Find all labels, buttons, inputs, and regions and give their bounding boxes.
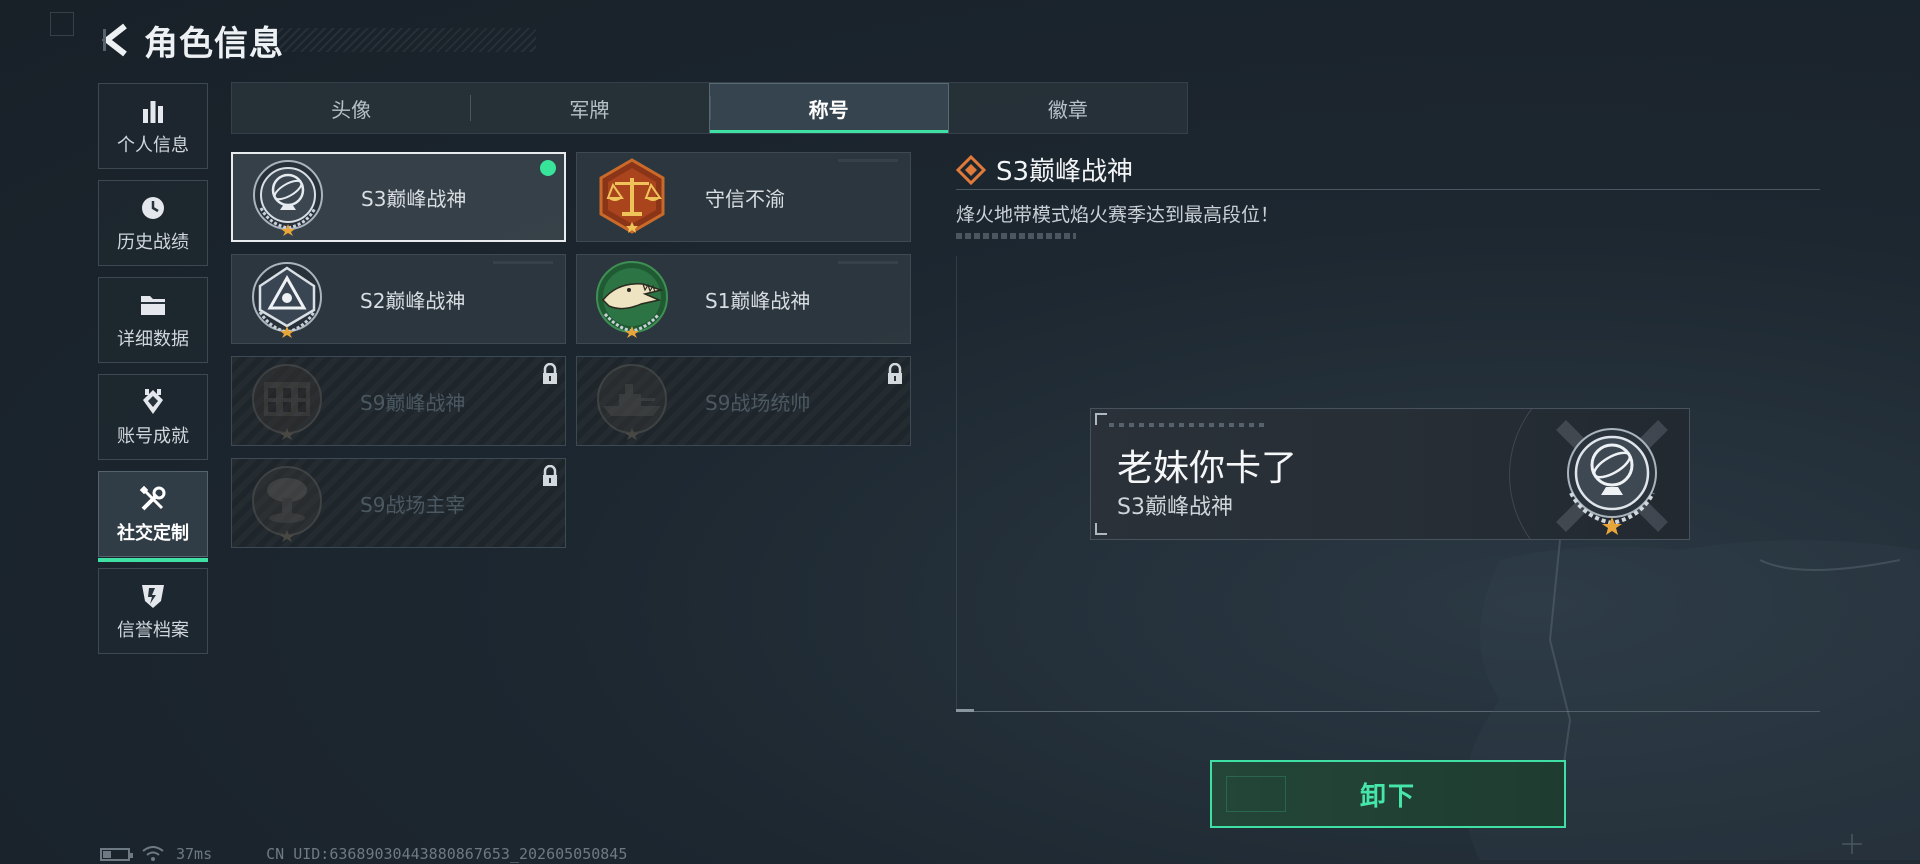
title-card-s3-peak-god[interactable]: S3巅峰战神 <box>231 152 566 242</box>
tab-avatar[interactable]: 头像 <box>232 83 470 133</box>
crocodile-badge-icon <box>596 261 668 338</box>
button-decoration <box>1226 776 1286 812</box>
sidebar-item-label: 社交定制 <box>117 523 189 544</box>
status-bar: 37ms CN UID:6368903044388086765З_2026050… <box>100 845 627 863</box>
uid-text: CN UID:6368903044388086765З_202605050845 <box>266 845 628 863</box>
detail-header: S3巅峰战神 <box>956 150 1820 190</box>
nameplate-title: S3巅峰战神 <box>1117 495 1233 520</box>
sidebar-item-social-customization[interactable]: 社交定制 <box>98 471 208 562</box>
detail-title: S3巅峰战神 <box>996 157 1134 187</box>
title-card-label: S9巅峰战神 <box>360 390 466 415</box>
tab-bar: 头像 军牌 称号 徽章 <box>231 82 1188 134</box>
equipped-indicator <box>540 160 556 176</box>
folder-icon <box>137 289 169 321</box>
title-card-label: S1巅峰战神 <box>705 288 811 313</box>
warship-badge-icon <box>597 364 667 440</box>
title-decoration <box>256 28 536 52</box>
credibility-shield-icon <box>137 580 169 612</box>
armillary-sphere-badge-icon <box>253 160 323 236</box>
page-title: 角色信息 <box>144 23 284 64</box>
sidebar-item-label: 详细数据 <box>117 329 189 350</box>
sidebar: 个人信息 历史战绩 详细数据 账号成就 社交定制 信誉档案 <box>98 83 208 665</box>
nameplate-preview: 老妹你卡了 S3巅峰战神 <box>1090 408 1690 540</box>
corner-frame <box>50 12 74 36</box>
title-card-label: S9战场统帅 <box>705 390 811 415</box>
title-card-label: 守信不渝 <box>705 186 785 211</box>
ping-value: 37ms <box>176 845 213 863</box>
sidebar-item-personal-info[interactable]: 个人信息 <box>98 83 208 169</box>
battery-icon <box>100 847 133 861</box>
lock-icon <box>543 465 557 486</box>
title-card-label: S3巅峰战神 <box>361 186 467 211</box>
header: 角色信息 <box>96 18 536 64</box>
sidebar-item-history[interactable]: 历史战绩 <box>98 180 208 266</box>
title-detail-panel: S3巅峰战神 烽火地带模式焰火赛季达到最高段位！ <box>956 150 1820 239</box>
title-card-s9-peak-god[interactable]: S9巅峰战神 <box>231 356 566 446</box>
crosshair-icon <box>1842 834 1862 854</box>
sidebar-item-label: 信誉档案 <box>117 620 189 641</box>
back-button[interactable] <box>96 18 136 62</box>
armillary-sphere-badge-icon <box>1556 420 1668 535</box>
scales-of-justice-badge-icon <box>599 158 665 234</box>
diamond-title-icon <box>956 154 986 185</box>
description-decoration <box>956 233 1076 239</box>
tab-badge[interactable]: 徽章 <box>949 83 1187 133</box>
bar-chart-icon <box>137 95 169 127</box>
title-card-trustworthy[interactable]: 守信不渝 <box>576 152 911 242</box>
card-decoration <box>493 261 553 264</box>
lock-icon <box>543 363 557 384</box>
nameplate-player-name: 老妹你卡了 <box>1117 448 1298 489</box>
wifi-icon <box>142 846 164 861</box>
triangle-eye-badge-icon <box>252 262 322 338</box>
title-card-s2-peak-god[interactable]: S2巅峰战神 <box>231 254 566 344</box>
building-badge-icon <box>252 364 322 440</box>
tab-dog-tag[interactable]: 军牌 <box>470 83 708 133</box>
unequip-button-label: 卸下 <box>1359 781 1416 812</box>
achievement-icon <box>137 386 169 418</box>
card-decoration <box>838 261 898 264</box>
mushroom-cloud-badge-icon <box>252 466 322 542</box>
back-arrow-icon <box>102 23 127 57</box>
sidebar-item-credibility[interactable]: 信誉档案 <box>98 568 208 654</box>
detail-description: 烽火地带模式焰火赛季达到最高段位！ <box>956 204 1280 226</box>
sidebar-item-detailed-data[interactable]: 详细数据 <box>98 277 208 363</box>
sidebar-item-achievements[interactable]: 账号成就 <box>98 374 208 460</box>
title-card-s1-peak-god[interactable]: S1巅峰战神 <box>576 254 911 344</box>
card-decoration <box>838 159 898 162</box>
tab-title[interactable]: 称号 <box>708 83 949 133</box>
nameplate-bracket <box>1095 413 1107 425</box>
history-clock-icon <box>137 192 169 224</box>
title-card-label: S9战场主宰 <box>360 492 466 517</box>
sidebar-item-label: 个人信息 <box>117 135 189 156</box>
title-card-s9-battlefield-commander[interactable]: S9战场统帅 <box>576 356 911 446</box>
tools-icon <box>137 483 169 515</box>
title-card-s9-battlefield-dominator[interactable]: S9战场主宰 <box>231 458 566 548</box>
sidebar-item-label: 历史战绩 <box>117 232 189 253</box>
unequip-button[interactable]: 卸下 <box>1210 760 1566 828</box>
sidebar-item-label: 账号成就 <box>117 426 189 447</box>
nameplate-decoration <box>1109 423 1269 427</box>
title-card-label: S2巅峰战神 <box>360 288 466 313</box>
nameplate-bracket <box>1095 523 1107 535</box>
lock-icon <box>888 363 902 384</box>
